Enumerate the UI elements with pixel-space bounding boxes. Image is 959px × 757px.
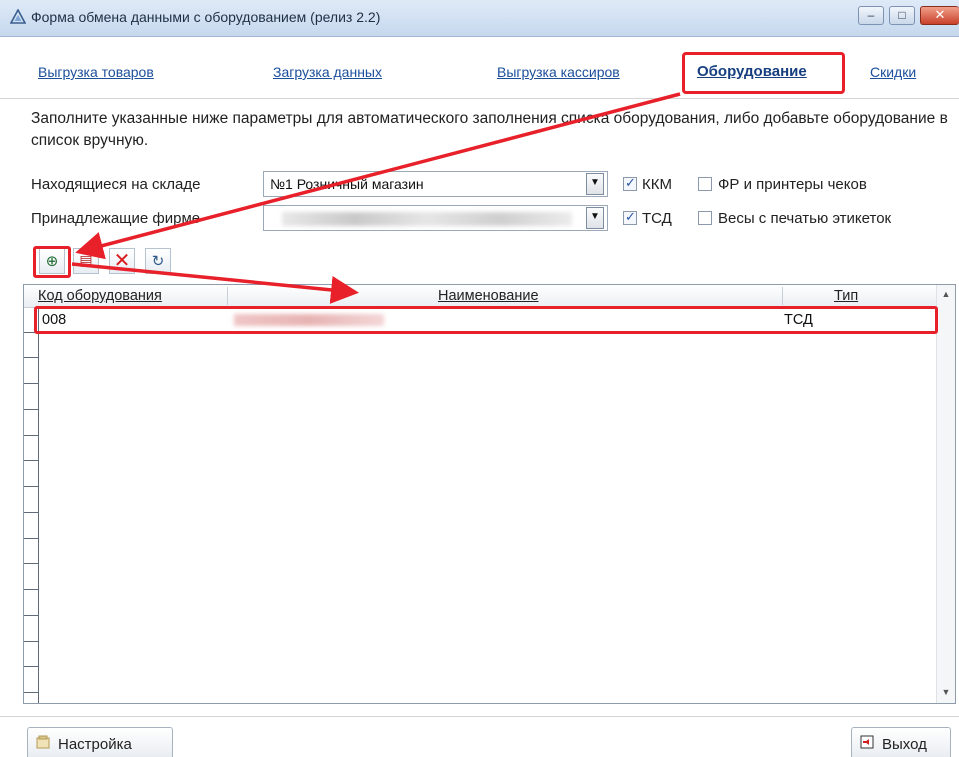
tab-export-cashiers[interactable]: Выгрузка кассиров (497, 64, 620, 80)
redacted-company (282, 212, 572, 226)
column-header-type[interactable]: Тип (834, 288, 858, 304)
equipment-table[interactable]: Код оборудования Наименование Тип 008 ТС… (23, 284, 956, 704)
company-label: Принадлежащие фирме (31, 210, 201, 227)
tab-load-data[interactable]: Загрузка данных (273, 64, 382, 80)
delete-equipment-button[interactable]: ✕ (109, 248, 135, 274)
warehouse-label: Находящиеся на складе (31, 176, 201, 193)
exit-icon (860, 735, 874, 749)
kkm-checkbox[interactable]: ✓ (623, 175, 637, 191)
check-icon: ✓ (625, 175, 636, 190)
tsd-label: ТСД (642, 210, 672, 227)
scales-label: Весы с печатью этикеток (718, 210, 892, 227)
exit-label: Выход (882, 736, 927, 753)
row-highlight (34, 306, 938, 334)
delete-icon: ✕ (113, 250, 131, 272)
fr-printers-checkbox[interactable] (698, 177, 712, 191)
edit-icon: ▤ (79, 252, 93, 268)
warehouse-value: №1 Розничный магазин (270, 176, 424, 192)
refresh-button[interactable]: ↻ (145, 248, 171, 274)
row-gutter (24, 307, 39, 703)
warehouse-dropdown-button[interactable]: ▼ (586, 173, 604, 195)
refresh-icon: ↻ (151, 253, 165, 270)
column-header-code[interactable]: Код оборудования (38, 288, 162, 304)
column-header-name[interactable]: Наименование (438, 288, 539, 304)
app-icon (10, 9, 26, 24)
check-icon: ✓ (625, 209, 636, 224)
kkm-label: ККМ (642, 176, 672, 193)
tab-discounts[interactable]: Скидки (870, 64, 916, 80)
table-header: Код оборудования Наименование Тип (24, 285, 937, 308)
add-button-highlight (33, 246, 71, 278)
company-select[interactable] (263, 205, 608, 231)
instructions-text: Заполните указанные ниже параметры для а… (31, 110, 948, 149)
fr-printers-label: ФР и принтеры чеков (718, 176, 867, 193)
tsd-checkbox[interactable]: ✓ (623, 209, 637, 225)
tab-export-goods[interactable]: Выгрузка товаров (38, 64, 154, 80)
warehouse-select[interactable]: №1 Розничный магазин (263, 171, 608, 197)
column-divider (782, 287, 783, 305)
maximize-icon: □ (898, 8, 906, 22)
minimize-icon: – (867, 8, 875, 22)
chevron-down-icon: ▼ (590, 177, 600, 188)
scroll-up-icon[interactable]: ▲ (937, 289, 955, 299)
window-title: Форма обмена данными с оборудованием (ре… (31, 9, 381, 25)
footer-divider (0, 716, 959, 717)
equipment-tab-highlight (682, 52, 845, 94)
scroll-down-icon[interactable]: ▼ (937, 687, 955, 697)
equipment-exchange-window: Форма обмена данными с оборудованием (ре… (0, 0, 959, 757)
maximize-button[interactable]: □ (889, 6, 915, 25)
chevron-down-icon: ▼ (590, 211, 600, 222)
exit-button[interactable]: Выход (851, 727, 951, 757)
vertical-scrollbar[interactable]: ▲ ▼ (936, 285, 955, 703)
title-bar: Форма обмена данными с оборудованием (ре… (0, 0, 959, 37)
close-icon: ✕ (934, 7, 946, 22)
settings-icon (36, 735, 50, 749)
column-divider (227, 287, 228, 305)
minimize-button[interactable]: – (858, 6, 884, 25)
close-button[interactable]: ✕ (920, 6, 959, 25)
setup-button[interactable]: Настройка (27, 727, 173, 757)
scales-checkbox[interactable] (698, 211, 712, 225)
edit-equipment-button[interactable]: ▤ (73, 248, 99, 274)
grid-toolbar: ⊕ ▤ ✕ ↻ (0, 239, 959, 279)
company-dropdown-button[interactable]: ▼ (586, 207, 604, 229)
setup-label: Настройка (58, 736, 132, 753)
